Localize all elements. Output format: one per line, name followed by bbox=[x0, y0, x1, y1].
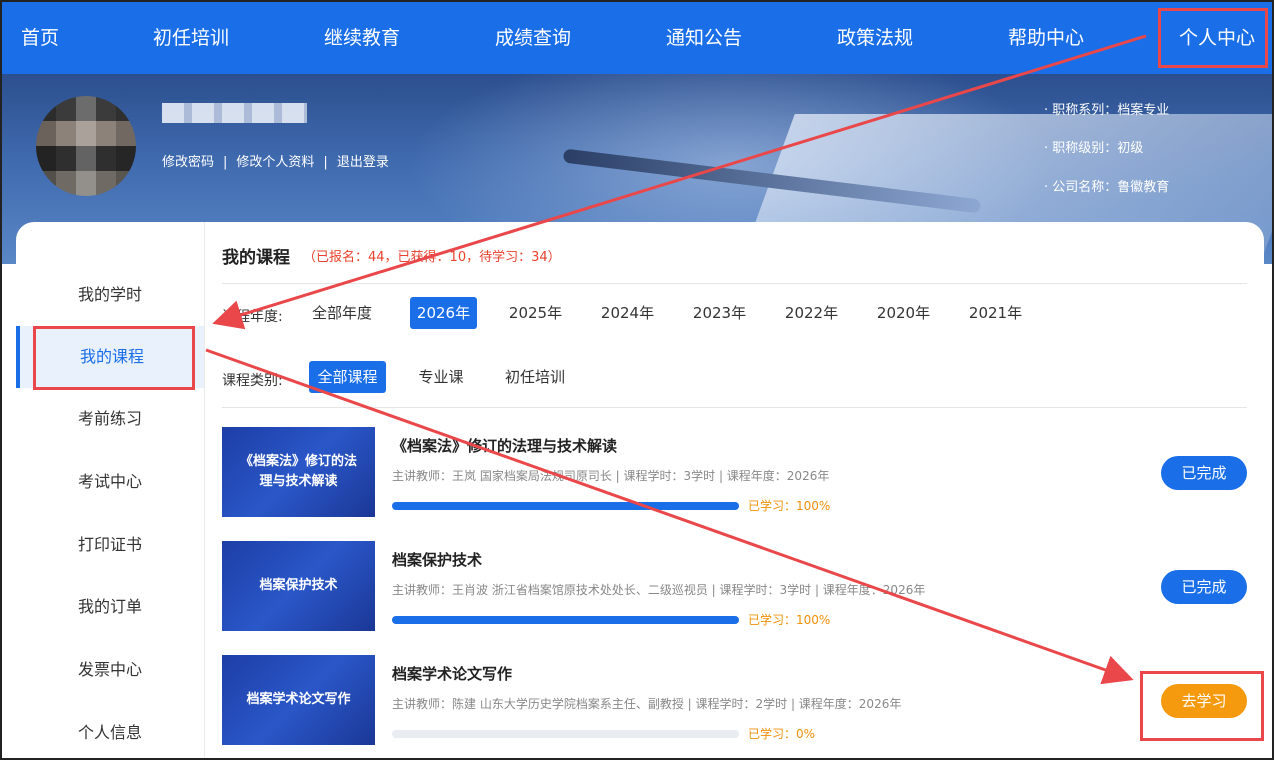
completed-button[interactable]: 已完成 bbox=[1161, 456, 1247, 490]
year-option-all[interactable]: 全部年度 bbox=[305, 297, 379, 329]
year-option-2021[interactable]: 2021年 bbox=[962, 297, 1029, 329]
username-redacted bbox=[162, 103, 307, 123]
nav-home[interactable]: 首页 bbox=[21, 2, 59, 74]
course-title[interactable]: 档案学术论文写作 bbox=[392, 663, 512, 684]
year-option-2023[interactable]: 2023年 bbox=[686, 297, 753, 329]
nav-policies[interactable]: 政策法规 bbox=[837, 2, 913, 74]
change-password-link[interactable]: 修改密码 bbox=[162, 151, 214, 170]
highlight-box-my-courses bbox=[33, 326, 195, 390]
progress-text: 已学习：0% bbox=[748, 727, 816, 741]
type-filter-label: 课程类别: bbox=[222, 373, 283, 389]
type-option-professional[interactable]: 专业课 bbox=[411, 361, 471, 393]
course-meta: 主讲教师：王岚 国家档案局法规司原司长 | 课程学时：3学时 | 课程年度：20… bbox=[392, 469, 830, 483]
progress-bar bbox=[392, 502, 739, 510]
year-option-2022[interactable]: 2022年 bbox=[778, 297, 845, 329]
course-item: 档案保护技术 档案保护技术 主讲教师：王肖波 浙江省档案馆原技术处处长、二级巡视… bbox=[222, 541, 1247, 633]
progress-bar bbox=[392, 730, 739, 738]
link-separator: | bbox=[223, 155, 228, 170]
thumbnail-text: 档案保护技术 bbox=[259, 578, 338, 593]
course-meta: 主讲教师：王肖波 浙江省档案馆原技术处处长、二级巡视员 | 课程学时：3学时 |… bbox=[392, 583, 926, 597]
nav-help-center[interactable]: 帮助中心 bbox=[1008, 2, 1084, 74]
nav-initial-training[interactable]: 初任培训 bbox=[153, 2, 229, 74]
avatar[interactable] bbox=[36, 96, 136, 196]
top-nav: 首页 初任培训 继续教育 成绩查询 通知公告 政策法规 帮助中心 个人中心 bbox=[2, 2, 1272, 74]
year-filter-label: 课程年度: bbox=[222, 309, 283, 325]
divider bbox=[222, 407, 1247, 408]
nav-continuing-education[interactable]: 继续教育 bbox=[324, 2, 400, 74]
sidebar: 我的学时 我的课程 考前练习 考试中心 打印证书 我的订单 发票中心 个人信息 bbox=[16, 222, 204, 760]
info-title-level: · 职称级别：初级 bbox=[1044, 141, 1144, 156]
progress-text: 已学习：100% bbox=[748, 613, 831, 627]
progress-fill bbox=[392, 616, 739, 624]
course-stats: （已报名：44，已获得：10，待学习：34） bbox=[303, 250, 561, 265]
course-item: 《档案法》修订的法理与技术解读 《档案法》修订的法理与技术解读 主讲教师：王岚 … bbox=[222, 427, 1247, 519]
year-option-2026[interactable]: 2026年 bbox=[410, 297, 477, 329]
info-title-series: · 职称系列：档案专业 bbox=[1044, 103, 1170, 118]
sidebar-item-practice[interactable]: 考前练习 bbox=[16, 388, 204, 450]
course-meta: 主讲教师：陈建 山东大学历史学院档案系主任、副教授 | 课程学时：2学时 | 课… bbox=[392, 697, 902, 711]
year-option-2020[interactable]: 2020年 bbox=[870, 297, 937, 329]
logout-link[interactable]: 退出登录 bbox=[337, 151, 389, 170]
page-title: 我的课程 bbox=[222, 248, 290, 268]
progress-bar bbox=[392, 616, 739, 624]
year-option-2025[interactable]: 2025年 bbox=[502, 297, 569, 329]
sidebar-item-personal-info[interactable]: 个人信息 bbox=[16, 702, 204, 760]
course-thumbnail[interactable]: 《档案法》修订的法理与技术解读 bbox=[222, 427, 375, 517]
thumbnail-text: 档案学术论文写作 bbox=[246, 692, 351, 707]
highlight-box-personal-center bbox=[1158, 8, 1268, 68]
progress-fill bbox=[392, 502, 739, 510]
user-links: 修改密码 | 修改个人资料 | 退出登录 bbox=[162, 151, 389, 170]
nav-score-query[interactable]: 成绩查询 bbox=[495, 2, 571, 74]
course-title[interactable]: 档案保护技术 bbox=[392, 549, 482, 570]
thumbnail-text: 《档案法》修订的法理与技术解读 bbox=[239, 454, 357, 489]
sidebar-item-study-hours[interactable]: 我的学时 bbox=[16, 264, 204, 326]
type-option-initial-training[interactable]: 初任培训 bbox=[496, 361, 574, 393]
sidebar-item-exam-center[interactable]: 考试中心 bbox=[16, 451, 204, 513]
edit-profile-link[interactable]: 修改个人资料 bbox=[236, 151, 314, 170]
sidebar-item-print-certificate[interactable]: 打印证书 bbox=[16, 514, 204, 576]
course-title[interactable]: 《档案法》修订的法理与技术解读 bbox=[392, 435, 617, 456]
course-thumbnail[interactable]: 档案学术论文写作 bbox=[222, 655, 375, 745]
sidebar-item-invoice-center[interactable]: 发票中心 bbox=[16, 639, 204, 701]
main-panel: 我的课程 （已报名：44，已获得：10，待学习：34） 课程年度: 全部年度 2… bbox=[204, 222, 1264, 760]
completed-button[interactable]: 已完成 bbox=[1161, 570, 1247, 604]
type-option-all[interactable]: 全部课程 bbox=[309, 361, 386, 393]
progress-text: 已学习：100% bbox=[748, 499, 831, 513]
sidebar-item-my-orders[interactable]: 我的订单 bbox=[16, 576, 204, 638]
course-thumbnail[interactable]: 档案保护技术 bbox=[222, 541, 375, 631]
nav-notices[interactable]: 通知公告 bbox=[666, 2, 742, 74]
info-company-name: · 公司名称：鲁徽教育 bbox=[1044, 180, 1170, 195]
course-item: 档案学术论文写作 档案学术论文写作 主讲教师：陈建 山东大学历史学院档案系主任、… bbox=[222, 655, 1247, 747]
divider bbox=[222, 283, 1247, 284]
highlight-box-start-learning bbox=[1140, 671, 1264, 741]
link-separator: | bbox=[323, 155, 328, 170]
year-option-2024[interactable]: 2024年 bbox=[594, 297, 661, 329]
